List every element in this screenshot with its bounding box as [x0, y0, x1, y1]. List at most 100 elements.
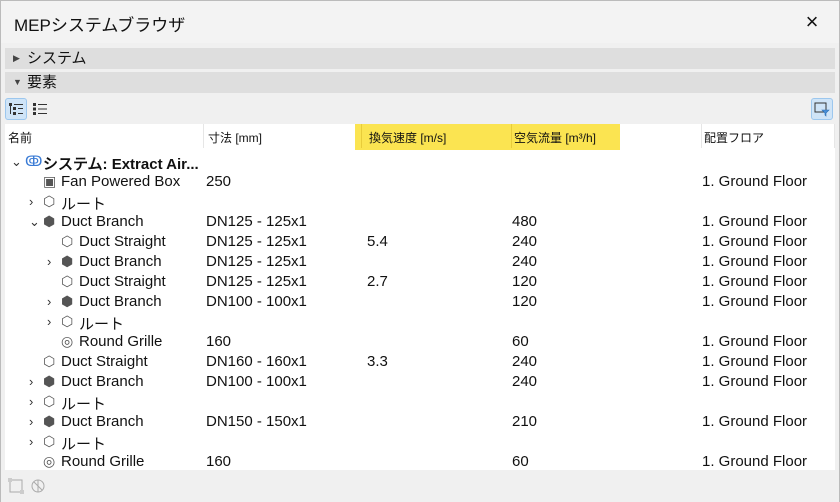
element-tree-grid: 名前 寸法 [mm] 換気速度 [m/s] 空気流量 [m³/h] 配置フロア … [5, 124, 835, 470]
duct-branch-icon: ⬢ [43, 213, 56, 229]
collapse-chevron-icon[interactable]: ⌄ [11, 154, 22, 170]
expand-chevron-icon[interactable]: › [29, 394, 33, 409]
row-flow: 60 [512, 333, 529, 350]
expand-chevron-icon[interactable]: › [29, 194, 33, 209]
column-header-size[interactable]: 寸法 [mm] [208, 129, 262, 146]
row-size: DN150 - 150x1 [206, 413, 307, 430]
tree-row[interactable]: ▣ Fan Powered Box 250 1. Ground Floor [5, 172, 835, 192]
list-view-icon [33, 103, 47, 115]
toolbar [5, 96, 835, 122]
row-name: Duct Branch [79, 253, 162, 270]
section-label: 要素 [27, 74, 58, 91]
row-flow: 240 [512, 253, 538, 270]
column-header-floor[interactable]: 配置フロア [704, 129, 764, 146]
tree-row[interactable]: › ⬢ Duct Branch DN150 - 150x1 210 1. Ground F… [5, 412, 835, 432]
route-icon: ⬡ [43, 193, 56, 209]
row-name: Duct Straight [61, 353, 148, 370]
row-floor: 1. Ground Floor [702, 173, 808, 190]
tree-row[interactable]: › ⬡ ルート [5, 192, 835, 213]
tree-row[interactable]: ⬡ Duct Straight DN125 - 125x1 5.4 240 1. Grou… [5, 232, 835, 252]
fan-box-icon: ▣ [43, 173, 57, 189]
view-3d-icon[interactable] [30, 478, 48, 494]
tree-row[interactable]: › ⬢ Duct Branch DN125 - 125x1 240 1. Ground F… [5, 252, 835, 272]
row-flow: 120 [512, 293, 538, 310]
row-size: DN125 - 125x1 [206, 213, 307, 230]
row-speed: 3.3 [367, 353, 388, 370]
tree-row[interactable]: ⬡ Duct Straight DN160 - 160x1 3.3 240 1. Grou… [5, 352, 835, 372]
round-grille-icon: ◎ [43, 453, 56, 469]
duct-branch-icon: ⬢ [61, 253, 74, 269]
expand-triangle-icon: ▶ [13, 53, 20, 63]
duct-straight-icon: ⬡ [61, 273, 74, 289]
mep-system-browser-window: MEPシステムブラウザ × ▶ システム ▼ 要素 名前 寸法 [mm] 換気速… [0, 0, 840, 502]
expand-chevron-icon[interactable]: › [29, 434, 33, 449]
duct-branch-icon: ⬢ [61, 293, 74, 309]
window-title: MEPシステムブラウザ [14, 16, 186, 35]
row-name: ルート [61, 396, 107, 413]
row-name: ルート [61, 436, 107, 453]
tree-view-button[interactable] [5, 98, 27, 120]
tree-row[interactable]: ⌄ ↂ システム: Extract Air... [5, 152, 835, 173]
row-size: DN125 - 125x1 [206, 273, 307, 290]
route-icon: ⬡ [43, 393, 56, 409]
row-size: DN160 - 160x1 [206, 353, 307, 370]
duct-branch-icon: ⬢ [43, 373, 56, 389]
close-icon[interactable]: × [799, 9, 825, 35]
row-speed: 2.7 [367, 273, 388, 290]
tree-row[interactable]: › ⬡ ルート [5, 312, 835, 333]
column-header-flow[interactable]: 空気流量 [m³/h] [514, 129, 596, 146]
row-size: DN125 - 125x1 [206, 233, 307, 250]
column-header-name[interactable]: 名前 [8, 129, 32, 146]
title-bar: MEPシステムブラウザ × [1, 1, 839, 43]
row-floor: 1. Ground Floor [702, 453, 808, 470]
section-system[interactable]: ▶ システム [5, 48, 835, 69]
section-label: システム [27, 50, 87, 67]
tree-row[interactable]: ◎ Round Grille 160 60 1. Ground Floor [5, 452, 835, 472]
row-name: Duct Straight [79, 233, 166, 250]
row-name: システム: Extract Air... [43, 156, 199, 173]
row-size: DN125 - 125x1 [206, 253, 307, 270]
tree-row[interactable]: › ⬡ ルート [5, 432, 835, 453]
row-size: DN100 - 100x1 [206, 293, 307, 310]
tree-row[interactable]: › ⬡ ルート [5, 392, 835, 413]
route-icon: ⬡ [43, 433, 56, 449]
tree-row[interactable]: ⬡ Duct Straight DN125 - 125x1 2.7 120 1. Grou… [5, 272, 835, 292]
row-flow: 240 [512, 353, 538, 370]
section-elements[interactable]: ▼ 要素 [5, 72, 835, 93]
tree-row[interactable]: › ⬢ Duct Branch DN100 - 100x1 120 1. Ground F… [5, 292, 835, 312]
row-floor: 1. Ground Floor [702, 253, 808, 270]
duct-straight-icon: ⬡ [61, 233, 74, 249]
row-floor: 1. Ground Floor [702, 213, 808, 230]
bottom-bar [1, 471, 839, 502]
row-floor: 1. Ground Floor [702, 373, 808, 390]
list-view-button[interactable] [29, 98, 51, 120]
row-floor: 1. Ground Floor [702, 413, 808, 430]
row-floor: 1. Ground Floor [702, 333, 808, 350]
row-flow: 480 [512, 213, 538, 230]
row-flow: 60 [512, 453, 529, 470]
row-size: 250 [206, 173, 232, 190]
filter-button[interactable] [811, 98, 833, 120]
expand-chevron-icon[interactable]: › [47, 294, 51, 309]
duct-branch-icon: ⬢ [43, 413, 56, 429]
row-flow: 240 [512, 373, 538, 390]
row-name: Duct Branch [61, 213, 144, 230]
collapse-chevron-icon[interactable]: ⌄ [29, 214, 40, 230]
row-floor: 1. Ground Floor [702, 293, 808, 310]
row-floor: 1. Ground Floor [702, 353, 808, 370]
row-name: Fan Powered Box [61, 173, 181, 190]
row-floor: 1. Ground Floor [702, 233, 808, 250]
tree-row[interactable]: ⌄ ⬢ Duct Branch DN125 - 125x1 480 1. Ground F… [5, 212, 835, 232]
expand-chevron-icon[interactable]: › [29, 374, 33, 389]
select-region-icon[interactable] [8, 478, 24, 494]
column-header-speed[interactable]: 換気速度 [m/s] [369, 129, 446, 146]
duct-straight-icon: ⬡ [43, 353, 56, 369]
row-name: Duct Branch [61, 413, 144, 430]
row-name: Duct Branch [61, 373, 144, 390]
expand-chevron-icon[interactable]: › [47, 254, 51, 269]
tree-row[interactable]: › ⬢ Duct Branch DN100 - 100x1 240 1. Ground F… [5, 372, 835, 392]
tree-row[interactable]: ◎ Round Grille 160 60 1. Ground Floor [5, 332, 835, 352]
expand-chevron-icon[interactable]: › [47, 314, 51, 329]
row-flow: 240 [512, 233, 538, 250]
expand-chevron-icon[interactable]: › [29, 414, 33, 429]
